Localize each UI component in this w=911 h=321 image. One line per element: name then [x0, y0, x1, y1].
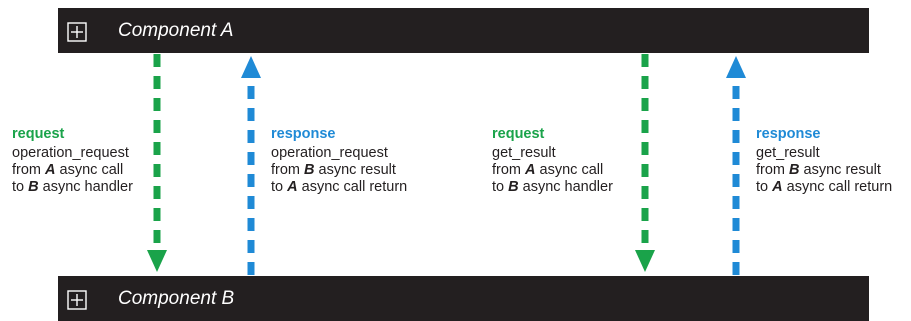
flow-target-line: to B async handler	[12, 179, 133, 195]
actor-name: A	[772, 179, 783, 195]
flow-kind-label: request	[492, 126, 545, 142]
actor-name: A	[287, 179, 298, 195]
response-arrow-2	[726, 56, 746, 275]
actor-name: B	[508, 179, 519, 195]
flow-label-response-1: response operation_request from B async …	[271, 126, 407, 196]
flow-source-line: from B async result	[271, 162, 396, 178]
actor-name: B	[304, 162, 315, 178]
actor-name: A	[525, 162, 536, 178]
flow-label-response-2: response get_result from B async result …	[756, 126, 892, 196]
flow-method: operation_request	[12, 145, 129, 161]
flow-source-line: from A async call	[12, 162, 124, 178]
flow-method: get_result	[492, 145, 556, 161]
flow-method: operation_request	[271, 145, 388, 161]
flow-method: get_result	[756, 145, 820, 161]
actor-name: A	[45, 162, 56, 178]
flow-target-line: to B async handler	[492, 179, 613, 195]
flow-target-line: to A async call return	[756, 179, 893, 195]
flow-kind-label: request	[12, 126, 65, 142]
flow-kind-label: response	[756, 126, 821, 142]
request-arrow-1	[147, 54, 167, 272]
flow-label-request-1: request operation_request from A async c…	[12, 126, 133, 196]
flow-kind-label: response	[271, 126, 336, 142]
flow-target-line: to A async call return	[271, 179, 408, 195]
flow-source-line: from B async result	[756, 162, 881, 178]
response-arrow-1	[241, 56, 261, 275]
actor-name: B	[789, 162, 800, 178]
actor-name: B	[28, 179, 39, 195]
flow-source-line: from A async call	[492, 162, 604, 178]
flow-label-request-2: request get_result from A async call to …	[492, 126, 613, 196]
request-arrow-2	[635, 54, 655, 272]
